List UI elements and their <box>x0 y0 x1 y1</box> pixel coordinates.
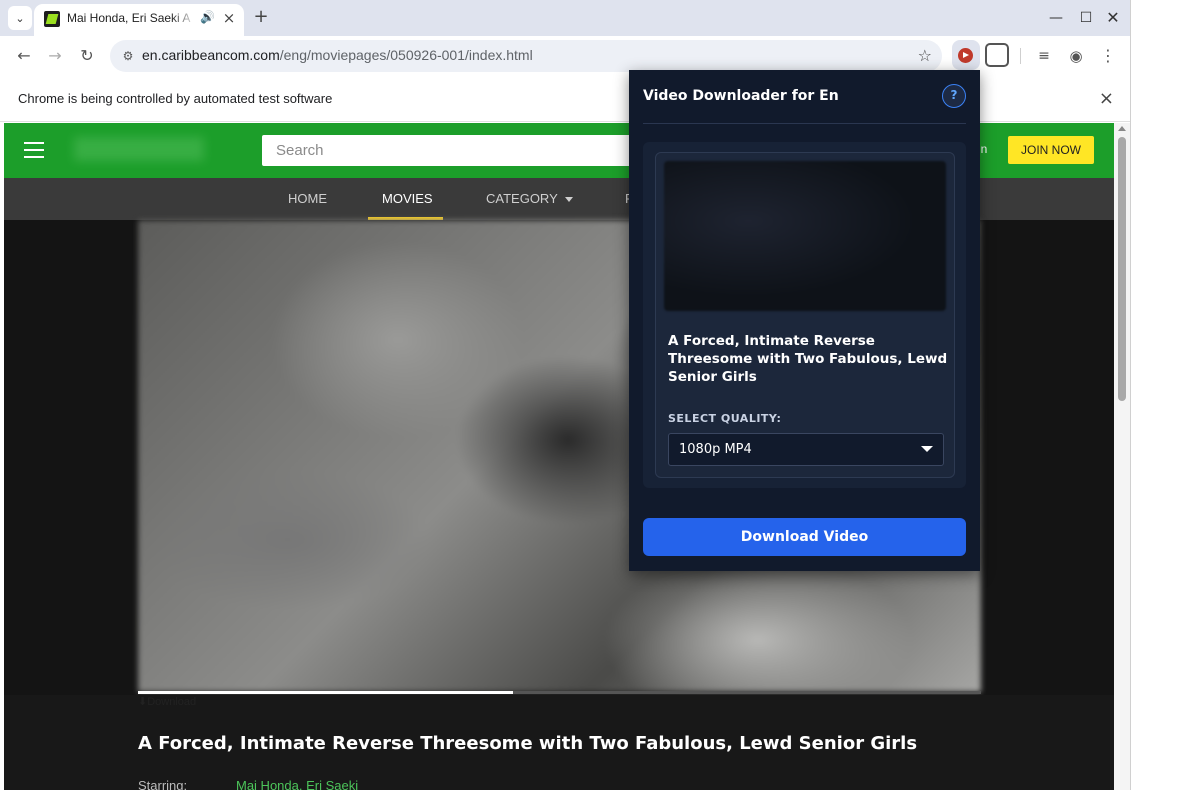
video-card-inner: A Forced, Intimate Reverse Threesome wit… <box>655 152 955 478</box>
infobar-message: Chrome is being controlled by automated … <box>18 91 333 106</box>
minimize-icon[interactable]: — <box>1044 6 1068 30</box>
plus-icon[interactable]: + <box>250 6 272 28</box>
tab-search-button[interactable]: ⌄ <box>8 6 32 30</box>
video-progress-fill <box>138 691 514 694</box>
starring-link[interactable]: Mai Honda, Eri Saeki <box>236 778 358 790</box>
url-host: en.caribbeancom.com <box>142 47 280 63</box>
search-input[interactable] <box>262 135 642 166</box>
site-favicon-icon <box>44 11 60 27</box>
extensions-puzzle-icon[interactable] <box>985 43 1009 67</box>
nav-home[interactable]: HOME <box>288 191 327 206</box>
quality-label: SELECT QUALITY: <box>668 412 782 425</box>
scroll-up-arrow-icon[interactable] <box>1118 126 1126 131</box>
nav-category-label: CATEGORY <box>486 191 558 206</box>
download-video-button[interactable]: Download Video <box>643 518 966 556</box>
video-thumbnail <box>664 161 946 311</box>
video-card: A Forced, Intimate Reverse Threesome wit… <box>643 142 966 488</box>
popup-title: Video Downloader for En <box>643 88 839 104</box>
browser-window: ⌄ Mai Honda, Eri Saeki A 🔊 × + — ☐ ✕ ← →… <box>0 0 1130 790</box>
active-tab[interactable]: Mai Honda, Eri Saeki A 🔊 × <box>34 4 244 36</box>
download-link[interactable]: ⬇Download <box>138 695 196 708</box>
toolbar-separator <box>1020 48 1021 64</box>
starring-label: Starring: <box>138 778 188 790</box>
chevron-down-icon: ⌄ <box>15 11 25 25</box>
movie-title: A Forced, Intimate Reverse Threesome wit… <box>138 733 918 754</box>
maximize-icon[interactable]: ☐ <box>1074 6 1098 30</box>
quality-selected-value: 1080p MP4 <box>679 442 752 457</box>
url-text[interactable]: en.caribbeancom.com/eng/moviepages/05092… <box>142 47 533 63</box>
window-close-icon[interactable]: ✕ <box>1101 6 1125 30</box>
close-icon[interactable]: × <box>220 9 238 27</box>
nav-category[interactable]: CATEGORY <box>486 191 573 206</box>
caret-down-icon <box>564 197 573 203</box>
bookmark-star-icon[interactable]: ☆ <box>918 46 932 65</box>
nav-movies[interactable]: MOVIES <box>382 191 433 206</box>
video-title: A Forced, Intimate Reverse Threesome wit… <box>668 333 948 385</box>
desktop-background <box>1130 0 1200 790</box>
forward-arrow-icon[interactable]: → <box>43 44 67 68</box>
speaker-icon[interactable]: 🔊 <box>200 10 215 24</box>
video-info-section: A Forced, Intimate Reverse Threesome wit… <box>4 695 1114 790</box>
address-bar[interactable]: ⚙ en.caribbeancom.com/eng/moviepages/050… <box>110 40 942 72</box>
video-progress-bar[interactable] <box>138 691 981 694</box>
close-icon[interactable]: × <box>1099 88 1114 109</box>
help-button[interactable]: ? <box>942 84 966 108</box>
video-downloader-extension-button[interactable] <box>952 40 980 70</box>
quality-select[interactable]: 1080p MP4 <box>668 433 944 466</box>
tab-title: Mai Honda, Eri Saeki A <box>67 11 191 25</box>
site-logo[interactable] <box>74 137 204 161</box>
popup-divider <box>643 123 966 124</box>
join-now-button[interactable]: JOIN NOW <box>1008 136 1094 164</box>
hamburger-menu-icon[interactable] <box>24 142 44 158</box>
video-downloader-popup: Video Downloader for En ? A Forced, Inti… <box>629 70 980 571</box>
chevron-down-icon <box>921 446 933 452</box>
scrollbar-thumb[interactable] <box>1118 137 1126 401</box>
back-arrow-icon[interactable]: ← <box>12 44 36 68</box>
kebab-menu-icon[interactable]: ⋮ <box>1096 44 1120 68</box>
page-scrollbar[interactable] <box>1114 123 1130 790</box>
tab-strip: ⌄ Mai Honda, Eri Saeki A 🔊 × + — ☐ ✕ <box>0 0 1130 36</box>
site-info-icon[interactable]: ⚙ <box>118 46 138 66</box>
media-queue-icon[interactable]: ≡ <box>1032 44 1056 68</box>
url-path: /eng/moviepages/050926-001/index.html <box>279 47 533 63</box>
record-play-icon <box>958 48 973 63</box>
reload-icon[interactable]: ↻ <box>75 44 99 68</box>
profile-avatar-icon[interactable]: ◉ <box>1064 44 1088 68</box>
